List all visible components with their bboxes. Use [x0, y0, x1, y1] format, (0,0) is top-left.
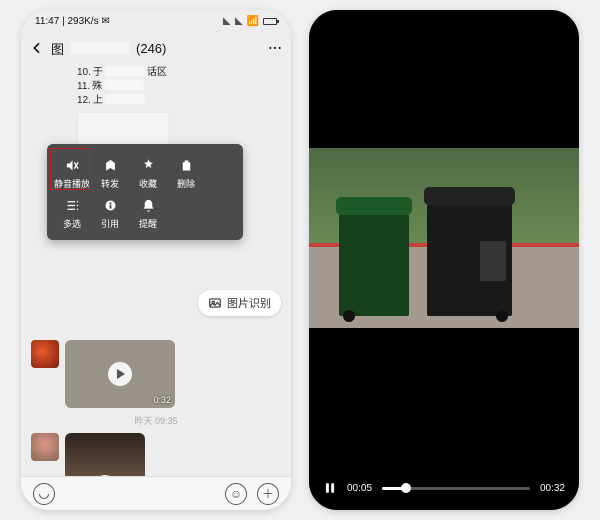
plus-icon[interactable]: ＋: [257, 483, 279, 505]
ctx-mute-label: 静音播放: [54, 177, 90, 190]
ctx-forward-label: 转发: [101, 177, 119, 190]
ctx-remind-label: 提醒: [139, 217, 157, 230]
ctx-quote[interactable]: 引用: [91, 194, 129, 234]
image-recognize-button[interactable]: 图片识别: [198, 290, 281, 316]
ctx-multi-label: 多选: [63, 217, 81, 230]
video-frame: [309, 148, 579, 328]
ctx-favorite[interactable]: 收藏: [129, 154, 167, 194]
timestamp: 昨天 09:35: [21, 412, 291, 429]
chat-title-bar: 图 (246): [21, 32, 291, 64]
video-area[interactable]: [309, 10, 579, 466]
ctx-multiselect[interactable]: 多选: [53, 194, 91, 234]
more-icon[interactable]: [267, 40, 283, 56]
ctx-delete-label: 删除: [177, 177, 195, 190]
seek-knob[interactable]: [401, 483, 411, 493]
title-prefix: 图: [51, 39, 64, 58]
emoji-icon[interactable]: ☺: [225, 483, 247, 505]
message-video-1: 0:32: [21, 336, 291, 412]
play-icon[interactable]: [108, 362, 132, 386]
title-count: (246): [136, 41, 166, 56]
time-total: 00:32: [540, 483, 565, 494]
back-icon[interactable]: [29, 40, 45, 56]
avatar[interactable]: [31, 433, 59, 461]
ctx-remind[interactable]: 提醒: [129, 194, 167, 234]
message-context-menu: 静音播放 转发 收藏 删除 多选 引用: [47, 144, 243, 240]
input-bar: ☺ ＋: [21, 476, 291, 510]
avatar[interactable]: [31, 340, 59, 368]
seek-bar[interactable]: [382, 487, 530, 490]
ctx-forward[interactable]: 转发: [91, 154, 129, 194]
status-right: 📶: [223, 16, 277, 27]
ctx-mute-play[interactable]: 静音播放: [53, 154, 91, 194]
phone-chat: 11:47 | 293K/s ✉ 📶 图 (246) 10.于话区 11.殊 1…: [21, 10, 291, 510]
title-blur: [70, 42, 130, 54]
black-bin: [427, 201, 512, 316]
voice-input-icon[interactable]: [33, 483, 55, 505]
ctx-delete[interactable]: 删除: [167, 154, 205, 194]
status-time: 11:47 | 293K/s ✉: [35, 16, 110, 27]
time-current: 00:05: [347, 483, 372, 494]
status-bar: 11:47 | 293K/s ✉ 📶: [21, 10, 291, 32]
video-thumb[interactable]: 0:32: [65, 340, 175, 408]
image-recognize-label: 图片识别: [227, 295, 271, 311]
ctx-favorite-label: 收藏: [139, 177, 157, 190]
ctx-quote-label: 引用: [101, 217, 119, 230]
video-duration: 0:32: [153, 395, 171, 405]
pause-icon[interactable]: [323, 481, 337, 495]
phone-video-player: 00:05 00:32: [309, 10, 579, 510]
player-controls: 00:05 00:32: [309, 466, 579, 510]
green-bin: [339, 211, 409, 316]
chat-body: 10.于话区 11.殊 12.上 静音播放 转发 收藏 删除: [21, 64, 291, 510]
